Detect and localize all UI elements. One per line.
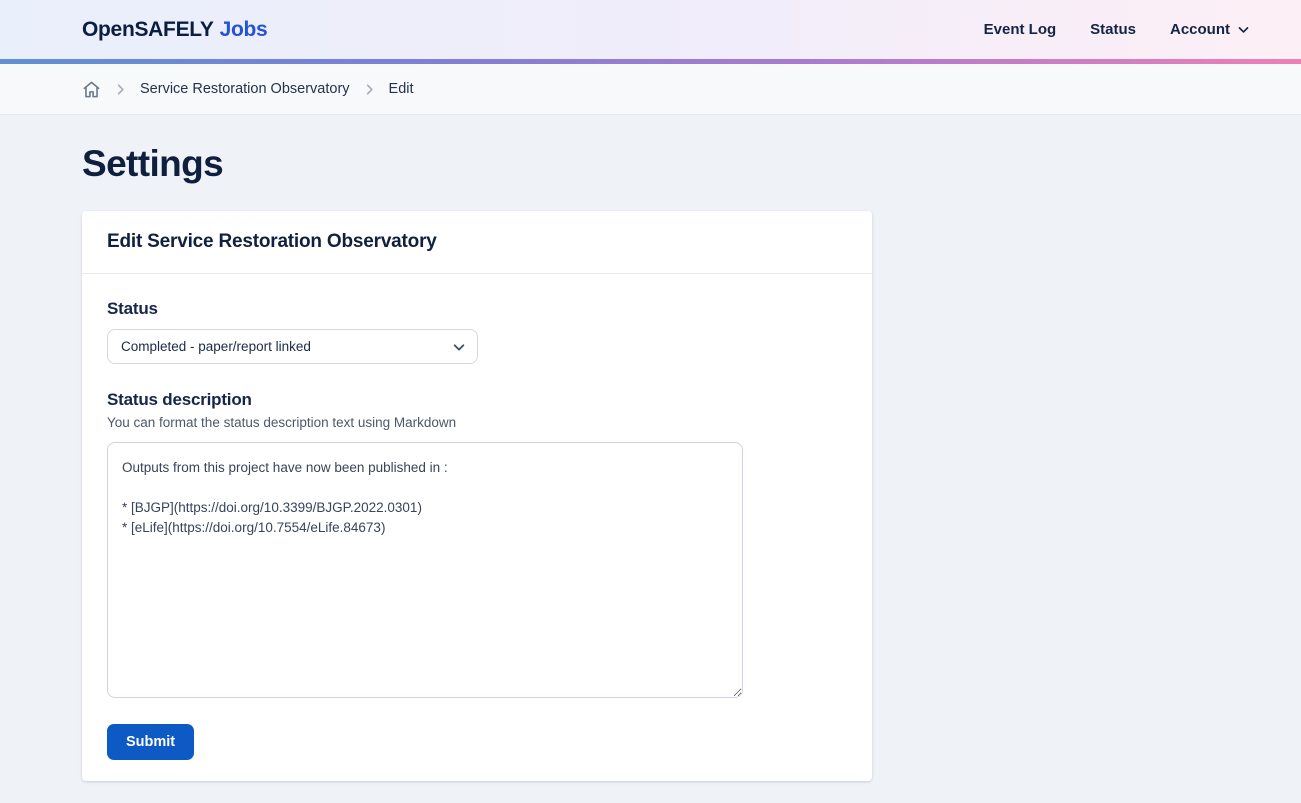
status-label: Status (107, 299, 847, 319)
breadcrumb-item-edit: Edit (389, 81, 414, 97)
card-header: Edit Service Restoration Observatory (82, 211, 872, 274)
submit-button[interactable]: Submit (107, 724, 194, 760)
main-content: Settings Edit Service Restoration Observ… (0, 115, 1301, 803)
breadcrumb-item-project[interactable]: Service Restoration Observatory (140, 81, 350, 97)
home-icon[interactable] (82, 80, 101, 99)
status-select[interactable]: Completed - paper/report linked (107, 329, 478, 364)
site-header: OpenSAFELY Jobs Event Log Status Account (0, 0, 1301, 59)
nav-item-status[interactable]: Status (1090, 21, 1136, 38)
nav-item-label: Account (1170, 21, 1230, 38)
brand-logo[interactable]: OpenSAFELY Jobs (82, 18, 267, 42)
status-description-field: Status description You can format the st… (107, 390, 847, 698)
nav-item-event-log[interactable]: Event Log (984, 21, 1057, 38)
status-description-label: Status description (107, 390, 847, 410)
brand-name-primary: OpenSAFELY (82, 18, 214, 42)
page-title: Settings (82, 143, 1301, 185)
chevron-right-icon (113, 82, 128, 97)
status-description-help: You can format the status description te… (107, 415, 847, 430)
card-body: Status Completed - paper/report linked S… (82, 274, 872, 781)
nav-item-label: Status (1090, 21, 1136, 38)
card-title: Edit Service Restoration Observatory (107, 231, 847, 253)
nav-item-label: Event Log (984, 21, 1057, 38)
edit-settings-card: Edit Service Restoration Observatory Sta… (82, 211, 872, 781)
chevron-right-icon (362, 82, 377, 97)
nav-item-account-dropdown[interactable]: Account (1170, 21, 1250, 38)
status-field: Status Completed - paper/report linked (107, 299, 847, 364)
status-select-wrap: Completed - paper/report linked (107, 329, 478, 364)
chevron-down-icon (1237, 23, 1250, 36)
brand-name-secondary: Jobs (220, 18, 268, 42)
main-nav: Event Log Status Account (984, 21, 1250, 38)
status-description-textarea[interactable]: Outputs from this project have now been … (107, 442, 743, 698)
breadcrumb: Service Restoration Observatory Edit (0, 64, 1301, 115)
